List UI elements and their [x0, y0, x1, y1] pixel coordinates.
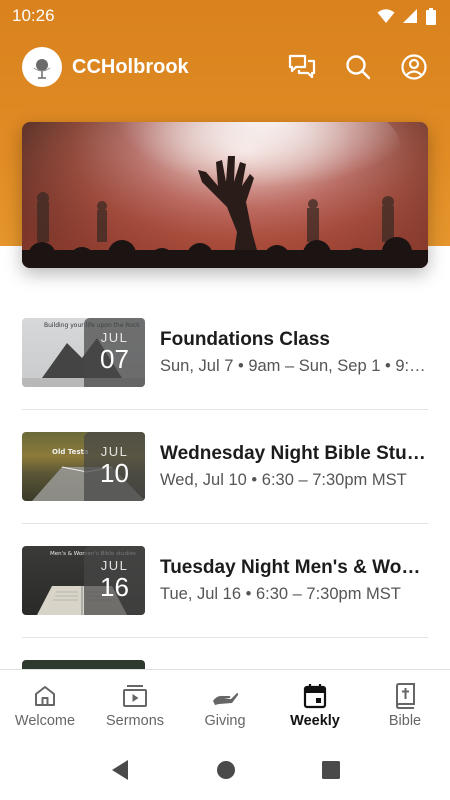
event-title: Wednesday Night Bible Study — [160, 443, 428, 464]
event-month: JUL — [100, 444, 129, 459]
search-button[interactable] — [344, 53, 372, 81]
nav-giving[interactable]: Giving — [180, 681, 270, 729]
home-circle-icon[interactable] — [216, 760, 236, 780]
bible-icon — [396, 682, 415, 709]
signal-icon — [403, 9, 417, 23]
event-list-item[interactable]: Men's & Women's Bible studies JUL 16 Tue… — [22, 524, 428, 638]
status-bar: 10:26 — [0, 0, 450, 32]
event-month: JUL — [100, 330, 129, 345]
app-actions — [288, 53, 428, 81]
nav-label: Giving — [204, 712, 246, 729]
nav-bible[interactable]: Bible — [360, 681, 450, 729]
event-date-box: JUL 16 — [84, 546, 145, 615]
system-navigation-bar — [0, 740, 450, 800]
event-date-box: JUL 07 — [84, 318, 145, 387]
recents-icon[interactable] — [322, 761, 340, 779]
event-list-item[interactable]: Building your life upon the Rock JUL 07 … — [22, 296, 428, 410]
event-text: Wednesday Night Bible Study Wed, Jul 10 … — [160, 443, 428, 490]
account-icon — [401, 54, 427, 80]
nav-label: Weekly — [290, 712, 340, 729]
event-list-item[interactable]: Old Testa JUL 10 Wednesday Night Bible S… — [22, 410, 428, 524]
nav-weekly[interactable]: Weekly — [270, 681, 360, 729]
event-datetime: Tue, Jul 16 • 6:30 – 7:30pm MST — [160, 585, 401, 603]
event-text: Tuesday Night Men's & Wo… Tue, Jul 16 • … — [160, 557, 428, 604]
bottom-navigation: Welcome Sermons Giving Weekly Bible — [0, 669, 450, 739]
church-logo[interactable] — [22, 47, 62, 87]
nav-label: Bible — [388, 712, 422, 729]
event-month: JUL — [100, 558, 129, 573]
event-text: Foundations Class Sun, Jul 7 • 9am – Sun… — [160, 329, 428, 376]
wifi-icon — [377, 9, 395, 23]
nav-sermons[interactable]: Sermons — [90, 681, 180, 729]
event-title: Tuesday Night Men's & Wo… — [160, 557, 421, 578]
event-thumbnail: Old Testa JUL 10 — [22, 432, 145, 501]
event-day: 16 — [100, 572, 129, 602]
event-day: 07 — [100, 344, 129, 374]
event-thumbnail: Building your life upon the Rock JUL 07 — [22, 318, 145, 387]
hero-banner-image[interactable] — [22, 122, 428, 268]
calendar-icon — [303, 683, 327, 708]
nav-label: Sermons — [105, 712, 165, 729]
event-date-box: JUL 10 — [84, 432, 145, 501]
nav-label: Welcome — [14, 712, 76, 729]
app-bar: CCHolbrook — [0, 44, 450, 90]
worship-scene-image — [22, 122, 428, 268]
video-icon — [123, 684, 147, 707]
event-datetime: Sun, Jul 7 • 9am – Sun, Sep 1 • 9:… — [160, 357, 426, 375]
logo-icon — [33, 59, 51, 79]
nav-welcome[interactable]: Welcome — [0, 681, 90, 729]
giving-hand-icon — [213, 692, 239, 705]
status-time: 10:26 — [12, 6, 55, 25]
search-icon — [346, 55, 371, 80]
event-title: Foundations Class — [160, 329, 330, 350]
app-title: CCHolbrook — [72, 55, 189, 78]
chat-icon — [288, 54, 316, 79]
event-day: 10 — [100, 458, 129, 488]
status-icons — [377, 7, 436, 25]
event-datetime: Wed, Jul 10 • 6:30 – 7:30pm MST — [160, 471, 407, 489]
chat-button[interactable] — [288, 53, 316, 81]
back-icon[interactable] — [110, 759, 130, 781]
account-button[interactable] — [400, 53, 428, 81]
battery-icon — [426, 7, 436, 25]
home-icon — [35, 685, 55, 706]
event-thumbnail: Men's & Women's Bible studies JUL 16 — [22, 546, 145, 615]
